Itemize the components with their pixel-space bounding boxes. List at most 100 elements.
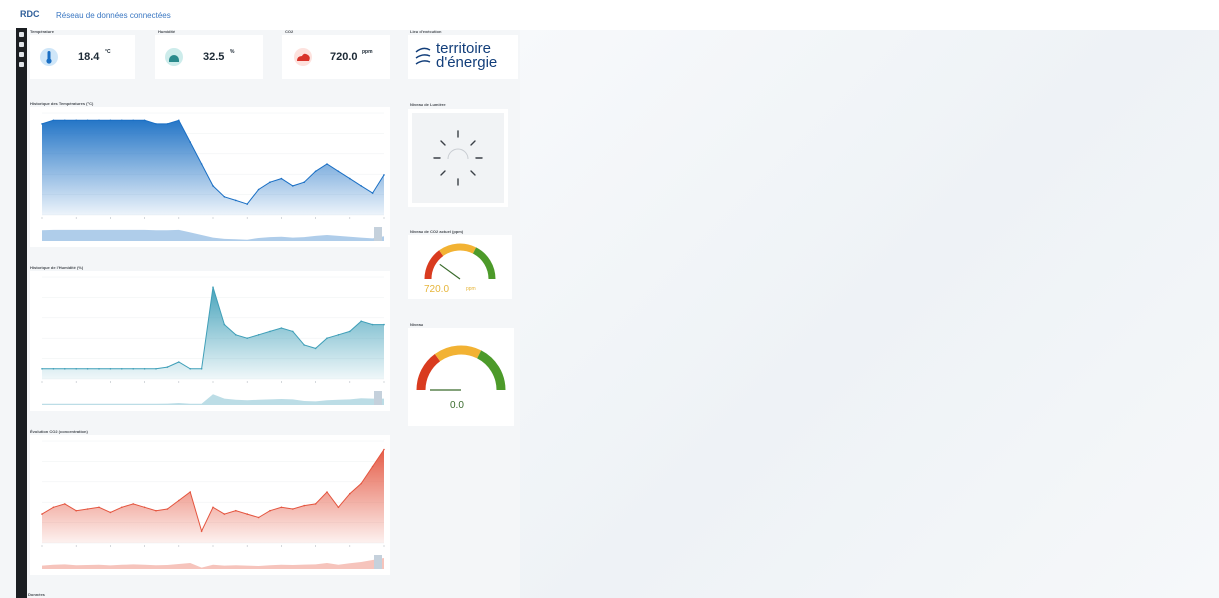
co2-gauge-title: Niveau de CO2 actuel (ppm) bbox=[410, 229, 464, 234]
chart-icon[interactable] bbox=[19, 52, 24, 57]
partner-logo-line2: d'énergie bbox=[436, 54, 498, 71]
data-point bbox=[178, 119, 180, 122]
data-point bbox=[41, 368, 43, 370]
data-point bbox=[257, 334, 260, 336]
humidity-chart[interactable] bbox=[30, 271, 390, 411]
data-point bbox=[257, 516, 260, 519]
data-point bbox=[292, 508, 294, 510]
data-point bbox=[337, 506, 340, 509]
data-point bbox=[383, 448, 385, 451]
data-point bbox=[314, 503, 317, 505]
data-point bbox=[360, 482, 363, 485]
data-point bbox=[41, 123, 43, 125]
data-point bbox=[178, 361, 180, 363]
data-point bbox=[292, 330, 294, 333]
data-point bbox=[371, 192, 374, 194]
data-point bbox=[52, 368, 55, 370]
data-point bbox=[200, 530, 203, 532]
humidity-value: 32.5 bbox=[203, 51, 225, 63]
app-title[interactable]: Réseau de données connectées bbox=[56, 11, 171, 20]
humidity-chart-panel bbox=[30, 271, 390, 411]
data-point bbox=[269, 181, 271, 183]
humidity-icon bbox=[165, 48, 183, 66]
data-point bbox=[257, 188, 260, 191]
data-point bbox=[64, 503, 66, 505]
navigator-area[interactable] bbox=[42, 558, 384, 569]
gauge-band-yellow bbox=[439, 243, 477, 257]
settings-icon[interactable] bbox=[19, 62, 24, 67]
cloud-icon bbox=[294, 48, 312, 66]
data-point bbox=[132, 368, 134, 370]
data-point bbox=[98, 506, 100, 509]
co2-chart-panel bbox=[30, 435, 390, 575]
data-point bbox=[223, 323, 226, 326]
co2-title: CO2 bbox=[285, 29, 294, 34]
home-icon[interactable] bbox=[19, 32, 24, 37]
data-point bbox=[246, 513, 248, 515]
app-logo[interactable]: RDC bbox=[20, 9, 40, 19]
navigator-handle[interactable] bbox=[374, 555, 382, 569]
gauge-band-yellow bbox=[434, 345, 482, 362]
data-point bbox=[303, 504, 306, 507]
navigator-handle[interactable] bbox=[374, 227, 382, 241]
series-area bbox=[42, 287, 384, 379]
data-point bbox=[235, 334, 237, 336]
data-point bbox=[132, 119, 134, 122]
data-point bbox=[143, 119, 146, 122]
gauge-needle bbox=[439, 263, 461, 280]
data-point bbox=[371, 465, 374, 468]
data-point bbox=[280, 177, 283, 180]
data-point bbox=[121, 506, 123, 509]
co2-chart[interactable] bbox=[30, 435, 390, 575]
data-point bbox=[143, 506, 146, 509]
data-point bbox=[75, 509, 77, 512]
gauge-band-green bbox=[476, 350, 506, 391]
humidity-card: 32.5 % bbox=[155, 35, 263, 79]
co2-chart-title: Évolution CO2 (concentration) bbox=[30, 429, 88, 434]
data-point bbox=[326, 163, 328, 165]
data-point bbox=[212, 185, 214, 187]
temperature-unit: °C bbox=[105, 49, 111, 55]
navigator-handle[interactable] bbox=[374, 391, 382, 405]
gauge-band-red bbox=[424, 250, 444, 280]
partner-title: Lieu d'exécution bbox=[410, 29, 442, 34]
data-point bbox=[166, 123, 169, 125]
level-gauge-panel: 0.0 bbox=[408, 328, 514, 426]
data-point bbox=[64, 368, 66, 370]
data-point bbox=[314, 170, 317, 173]
data-point bbox=[200, 368, 203, 370]
humidity-chart-title: Historique de l'Humidité (%) bbox=[30, 265, 84, 270]
navigator-area[interactable] bbox=[42, 394, 384, 405]
navigator-area[interactable] bbox=[42, 229, 384, 241]
data-point bbox=[86, 119, 89, 122]
gauge2-title: Niveau bbox=[410, 322, 424, 327]
data-point bbox=[86, 368, 89, 370]
energy-logo-icon bbox=[415, 47, 431, 65]
data-point bbox=[326, 337, 328, 339]
partner-logo-card: territoire d'énergie bbox=[408, 35, 518, 79]
data-point bbox=[314, 347, 317, 350]
data-point bbox=[155, 123, 157, 125]
light-title: Niveau de Lumière bbox=[410, 102, 446, 107]
data-point bbox=[223, 513, 226, 515]
temperature-chart[interactable] bbox=[30, 107, 390, 247]
data-point bbox=[280, 327, 283, 329]
footer-title: Données bbox=[28, 592, 45, 597]
data-point bbox=[292, 185, 294, 187]
data-point bbox=[349, 492, 351, 495]
co2-card: 720.0 ppm bbox=[282, 35, 390, 79]
data-point bbox=[75, 368, 77, 370]
data-point bbox=[212, 506, 214, 509]
gauge-band-green bbox=[472, 247, 496, 280]
gauge-band-red bbox=[416, 353, 441, 391]
series-area bbox=[42, 449, 384, 543]
data-point bbox=[109, 368, 112, 370]
data-point bbox=[166, 508, 169, 510]
data-point bbox=[166, 366, 169, 368]
data-point bbox=[98, 119, 100, 122]
sidebar bbox=[16, 28, 27, 598]
data-point bbox=[52, 506, 55, 509]
data-point bbox=[360, 185, 363, 187]
temperature-card: 18.4 °C bbox=[30, 35, 135, 79]
dashboard-icon[interactable] bbox=[19, 42, 24, 47]
